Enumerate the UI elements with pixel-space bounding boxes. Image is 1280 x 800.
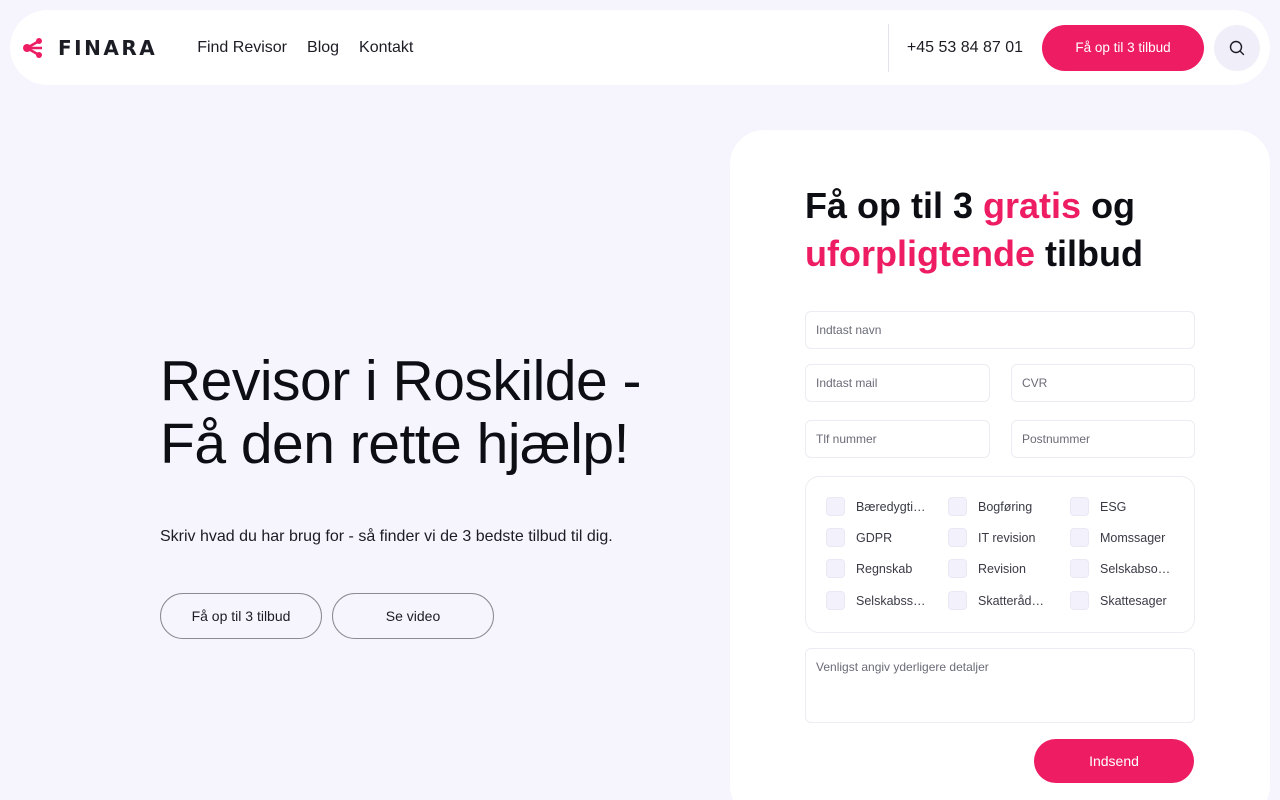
header-cta-button[interactable]: Få op til 3 tilbud [1042, 24, 1204, 71]
form-title-accent-gratis: gratis [983, 185, 1082, 226]
checkbox[interactable] [1070, 559, 1089, 578]
service-label: Skatterådgivning [978, 593, 1050, 608]
form-title-accent-uforpligtende: uforpligtende [805, 233, 1035, 274]
service-label: Revision [978, 561, 1026, 576]
checkbox[interactable] [826, 528, 845, 547]
service-checkbox[interactable]: Bæredygtighed [826, 497, 936, 516]
checkbox[interactable] [948, 591, 967, 610]
cvr-input[interactable]: CVR [1011, 364, 1195, 402]
header-right: +45 53 84 87 01 Få op til 3 tilbud [887, 10, 1270, 85]
form-title-part3: tilbud [1034, 233, 1143, 274]
service-label: Momssager [1100, 530, 1166, 545]
form-title: Få op til 3 gratis og uforpligtende tilb… [805, 182, 1205, 278]
hero-video-button[interactable]: Se video [332, 593, 494, 639]
service-checkbox[interactable]: Bogføring [948, 497, 1058, 516]
header-divider [887, 23, 889, 72]
form-title-part1: Få op til 3 [805, 185, 984, 226]
services-checkbox-group: Bæredygtighed Bogføring ESG GDPR IT revi… [805, 476, 1195, 633]
name-input[interactable]: Indtast navn [805, 311, 1195, 349]
service-checkbox[interactable]: IT revision [948, 528, 1058, 547]
service-checkbox[interactable]: Momssager [1070, 528, 1180, 547]
service-label: GDPR [856, 530, 893, 545]
checkbox[interactable] [826, 559, 845, 578]
search-button[interactable] [1214, 24, 1260, 71]
checkbox[interactable] [948, 528, 967, 547]
service-checkbox[interactable]: Regnskab [826, 559, 936, 578]
service-checkbox[interactable]: Revision [948, 559, 1058, 578]
email-input[interactable]: Indtast mail [805, 364, 990, 402]
hero-title: Revisor i Roskilde - Få den rette hjælp! [160, 350, 641, 476]
service-label: Bæredygtighed [856, 499, 928, 514]
checkbox[interactable] [948, 559, 967, 578]
checkbox[interactable] [1070, 497, 1089, 516]
zip-input[interactable]: Postnummer [1011, 420, 1195, 458]
share-logo-icon [23, 37, 42, 58]
service-checkbox[interactable]: Selskabsstiftelse [826, 591, 936, 610]
phone-input[interactable]: Tlf nummer [805, 420, 990, 458]
quote-form-card: Få op til 3 gratis og uforpligtende tilb… [730, 130, 1270, 800]
service-checkbox[interactable]: Skatterådgivning [948, 591, 1058, 610]
logo[interactable]: FINARA [22, 36, 157, 60]
brand-name: FINARA [58, 35, 158, 60]
submit-button[interactable]: Indsend [1034, 739, 1194, 783]
service-label: Skattesager [1100, 593, 1167, 608]
service-label: IT revision [978, 530, 1036, 545]
service-label: ESG [1100, 499, 1127, 514]
service-checkbox[interactable]: Skattesager [1070, 591, 1180, 610]
service-checkbox[interactable]: GDPR [826, 528, 936, 547]
service-label: Bogføring [978, 499, 1033, 514]
nav-blog[interactable]: Blog [307, 39, 339, 57]
main-nav: Find Revisor Blog Kontakt [197, 39, 413, 57]
form-title-part2: og [1081, 185, 1136, 226]
hero-offers-button[interactable]: Få op til 3 tilbud [160, 593, 322, 639]
service-label: Selskabsstiftelse [856, 593, 928, 608]
phone-number[interactable]: +45 53 84 87 01 [907, 39, 1023, 57]
hero-title-line1: Revisor i Roskilde - [160, 349, 641, 413]
nav-kontakt[interactable]: Kontakt [359, 39, 413, 57]
details-textarea[interactable]: Venligst angiv yderligere detaljer [805, 648, 1195, 723]
nav-find-revisor[interactable]: Find Revisor [197, 39, 287, 57]
checkbox[interactable] [1070, 528, 1089, 547]
service-label: Regnskab [856, 561, 913, 576]
checkbox[interactable] [826, 591, 845, 610]
service-checkbox[interactable]: Selskabsomdannelse [1070, 559, 1180, 578]
checkbox[interactable] [1070, 591, 1089, 610]
search-icon [1229, 40, 1245, 55]
site-header: FINARA Find Revisor Blog Kontakt +45 53 … [10, 10, 1270, 85]
hero-title-line2: Få den rette hjælp! [160, 412, 629, 476]
hero-subtitle: Skriv hvad du har brug for - så finder v… [160, 528, 613, 545]
checkbox[interactable] [826, 497, 845, 516]
service-checkbox[interactable]: ESG [1070, 497, 1180, 516]
service-label: Selskabsomdannelse [1100, 561, 1172, 576]
checkbox[interactable] [948, 497, 967, 516]
